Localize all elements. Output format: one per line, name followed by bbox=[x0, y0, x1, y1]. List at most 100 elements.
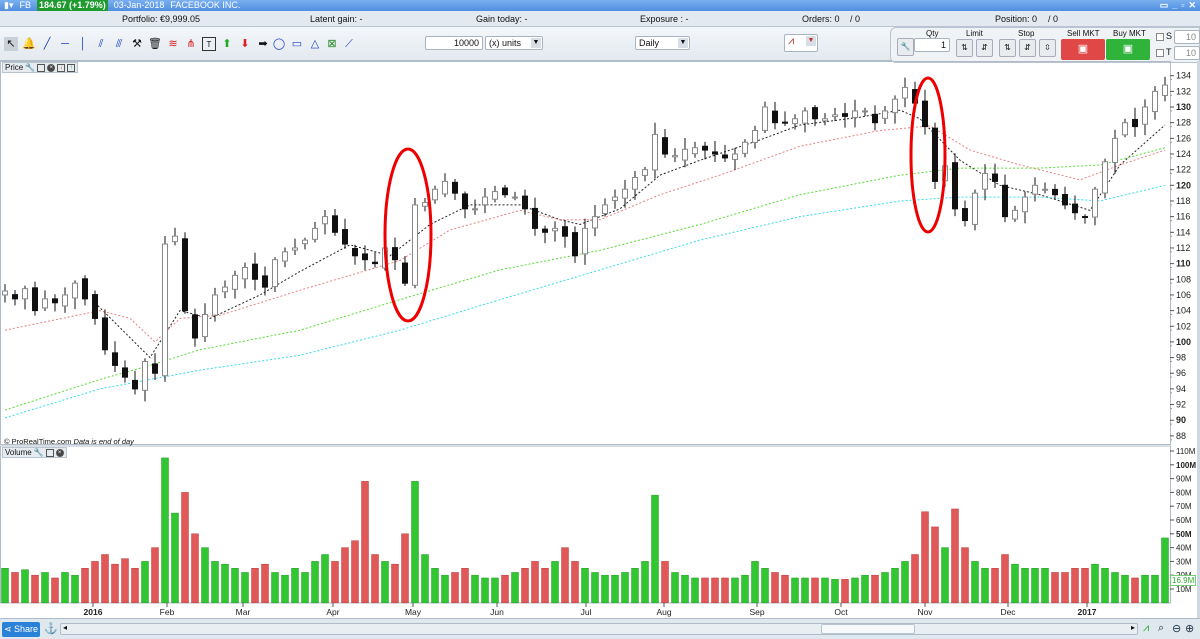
close-icon[interactable]: × bbox=[55, 448, 64, 457]
volume-bar bbox=[541, 568, 549, 604]
horizontal-scrollbar[interactable]: ◂ ▸ bbox=[60, 623, 1138, 635]
volume-bar bbox=[781, 574, 789, 604]
candle-body bbox=[932, 127, 938, 182]
y-tick-label: 96 bbox=[1176, 368, 1186, 378]
maximize-icon[interactable] bbox=[45, 448, 54, 457]
close-button[interactable]: ✕ bbox=[1188, 0, 1196, 11]
volume-bar bbox=[491, 577, 499, 604]
scroll-left-icon[interactable]: ◂ bbox=[63, 623, 67, 632]
arrow-up-icon[interactable]: ↑ bbox=[67, 63, 76, 72]
text-icon[interactable]: T bbox=[202, 37, 216, 51]
candle-body bbox=[812, 107, 818, 120]
volume-bar bbox=[451, 572, 459, 604]
candle-body bbox=[442, 180, 448, 195]
share-button[interactable]: ⋖ Share bbox=[2, 622, 40, 637]
candle-body bbox=[232, 274, 238, 290]
volume-tick-label: 100M bbox=[1176, 461, 1196, 470]
position-count[interactable]: Position: 0 bbox=[995, 11, 1037, 27]
down-arrow-icon[interactable]: ⬇ bbox=[238, 37, 252, 51]
volume-tick-label: 30M bbox=[1176, 557, 1192, 566]
s-checkbox[interactable] bbox=[1156, 33, 1164, 41]
position-total[interactable]: / 0 bbox=[1048, 11, 1058, 27]
scrollbar-thumb[interactable] bbox=[821, 624, 915, 634]
volume-bar bbox=[951, 508, 959, 604]
candle-body bbox=[1042, 188, 1048, 191]
candle-body bbox=[1132, 118, 1138, 128]
horizontal-line-icon[interactable]: ─ bbox=[58, 37, 72, 51]
y-tick-label: 114 bbox=[1176, 227, 1190, 237]
restore-button[interactable]: ▫ bbox=[1181, 0, 1184, 11]
price-volume-chart[interactable]: 88 90 92 94 96 98 100 102 104 106 108 110 112 114 116 1… bbox=[0, 61, 1200, 618]
t-label: T bbox=[1166, 47, 1172, 57]
gain-today: Gain today: - bbox=[476, 14, 528, 24]
candle-body bbox=[242, 267, 248, 280]
stop-bracket-button[interactable]: ⇳ bbox=[1039, 39, 1056, 57]
segment-icon[interactable]: ⟋ bbox=[342, 37, 356, 51]
trendline-icon[interactable]: ╱ bbox=[40, 37, 54, 51]
indicators-button[interactable]: ⩘ ▼ bbox=[784, 34, 818, 52]
maximize-icon[interactable] bbox=[37, 63, 46, 72]
zoom-in-icon[interactable]: ⊕ bbox=[1185, 622, 1194, 635]
volume-bar bbox=[1071, 568, 1079, 604]
candle-body bbox=[832, 114, 838, 118]
stop-buy-button[interactable]: ⇅ bbox=[999, 39, 1016, 57]
minimize-button[interactable]: _ bbox=[1172, 0, 1177, 11]
qty-input[interactable]: 1 bbox=[914, 38, 950, 52]
wrench-icon[interactable]: 🔧 bbox=[897, 38, 914, 56]
vertical-line-icon[interactable]: │ bbox=[76, 37, 90, 51]
candle-body bbox=[802, 110, 808, 124]
limit-sell-button[interactable]: ⇵ bbox=[976, 39, 993, 57]
keyboard-icon[interactable]: ▭ bbox=[1160, 0, 1169, 11]
arrow-down-icon[interactable]: ↓ bbox=[57, 63, 66, 72]
volume-bar bbox=[201, 547, 209, 604]
rectangle-icon[interactable]: ▭ bbox=[290, 37, 304, 51]
units-select[interactable]: (x) units ▼ bbox=[485, 36, 543, 50]
s-input[interactable]: 10 bbox=[1174, 30, 1200, 44]
zoom-box-icon[interactable]: ⌕ bbox=[1158, 622, 1164, 635]
candle-body bbox=[892, 98, 898, 114]
alert-bell-icon[interactable]: 🔔 bbox=[22, 37, 36, 51]
fan-lines-icon[interactable]: ⫻ bbox=[112, 37, 126, 51]
buy-market-button[interactable]: ▣ bbox=[1106, 39, 1150, 60]
x-tick-label: Sep bbox=[749, 607, 764, 617]
fibonacci-fan-icon[interactable]: ⋔ bbox=[184, 37, 198, 51]
limit-buy-button[interactable]: ⇅ bbox=[956, 39, 973, 57]
s-label: S bbox=[1166, 31, 1173, 41]
t-input[interactable]: 10 bbox=[1174, 46, 1200, 60]
close-icon[interactable]: × bbox=[47, 63, 56, 72]
fibonacci-icon[interactable]: ≋ bbox=[166, 37, 180, 51]
right-arrow-icon[interactable]: ➡ bbox=[256, 37, 270, 51]
auto-scale-icon[interactable]: ⩘ bbox=[1143, 622, 1149, 635]
t-checkbox[interactable] bbox=[1156, 49, 1164, 57]
stop-sell-button[interactable]: ⇵ bbox=[1019, 39, 1036, 57]
y-tick-label: 118 bbox=[1176, 196, 1190, 206]
chart-type-icon[interactable]: ▮▾ bbox=[4, 0, 13, 11]
parallel-channel-icon[interactable]: ⫽ bbox=[94, 37, 108, 51]
volume-bar bbox=[121, 558, 129, 604]
tools-settings-icon[interactable]: ⚒ bbox=[130, 37, 144, 51]
anchor-icon[interactable]: ⚓ bbox=[44, 622, 58, 635]
zone-icon[interactable]: ⊠ bbox=[325, 37, 339, 51]
pointer-icon[interactable]: ↖ bbox=[4, 37, 18, 51]
scroll-right-icon[interactable]: ▸ bbox=[1131, 623, 1135, 632]
period-select[interactable]: Daily ▼ bbox=[635, 36, 690, 50]
zoom-out-icon[interactable]: ⊖ bbox=[1172, 622, 1181, 635]
candle-body bbox=[602, 204, 608, 215]
symbol[interactable]: FB bbox=[19, 0, 31, 11]
volume-bar bbox=[111, 563, 119, 604]
candle-body bbox=[202, 314, 208, 338]
orders-count[interactable]: Orders: 0 bbox=[802, 11, 840, 27]
triangle-icon[interactable]: △ bbox=[308, 37, 322, 51]
amount-input[interactable]: 10000 bbox=[425, 36, 483, 50]
trash-icon[interactable]: 🗑 bbox=[148, 37, 162, 51]
volume-bar bbox=[1021, 568, 1029, 604]
wrench-icon[interactable]: 🔧 bbox=[34, 448, 44, 457]
candle-body bbox=[42, 298, 48, 309]
sell-market-button[interactable]: ▣ bbox=[1061, 39, 1105, 60]
wrench-icon[interactable]: 🔧 bbox=[25, 63, 35, 72]
up-arrow-icon[interactable]: ⬆ bbox=[220, 37, 234, 51]
candle-body bbox=[592, 216, 598, 229]
orders-total[interactable]: / 0 bbox=[850, 11, 860, 27]
x-tick-label: Jun bbox=[490, 607, 504, 617]
ellipse-icon[interactable]: ◯ bbox=[272, 37, 286, 51]
